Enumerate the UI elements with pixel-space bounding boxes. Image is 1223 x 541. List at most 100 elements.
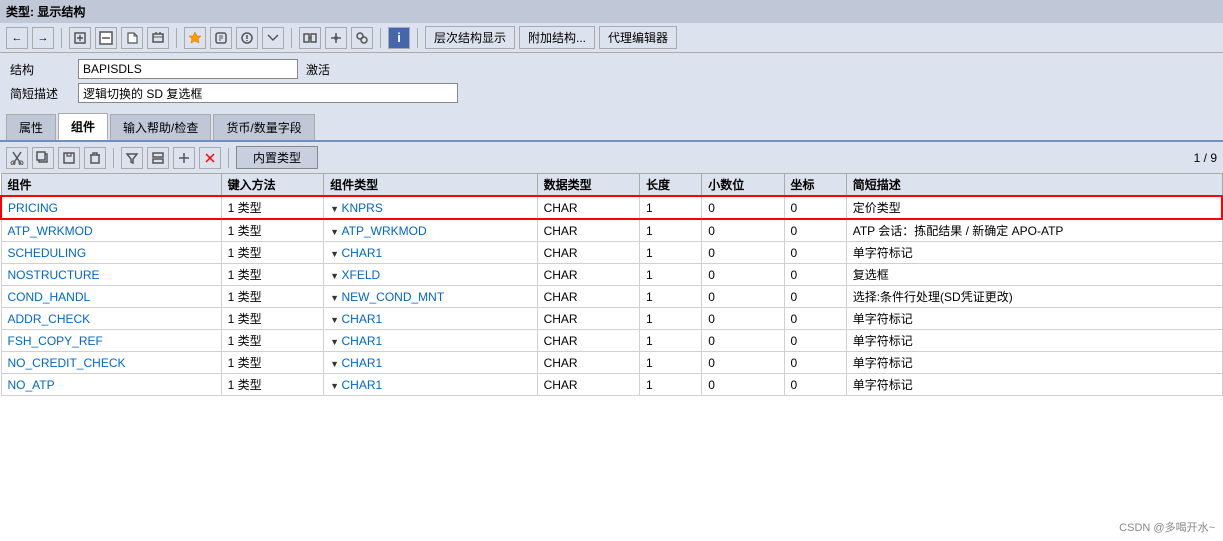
description-label: 简短描述 bbox=[10, 85, 70, 102]
table-row: NOSTRUCTURE1 类型▼ XFELDCHAR100复选框 bbox=[1, 264, 1222, 286]
length-cell: 1 bbox=[640, 286, 702, 308]
component-link[interactable]: ADDR_CHECK bbox=[8, 312, 91, 326]
component-type-link[interactable]: CHAR1 bbox=[342, 378, 383, 392]
separator-3 bbox=[291, 28, 292, 48]
component-type-link[interactable]: KNPRS bbox=[342, 201, 383, 215]
separator-5 bbox=[417, 28, 418, 48]
component-link[interactable]: NOSTRUCTURE bbox=[8, 268, 100, 282]
tool-btn-5[interactable] bbox=[184, 27, 206, 49]
component-type-link[interactable]: CHAR1 bbox=[342, 334, 383, 348]
tool-btn-3[interactable] bbox=[121, 27, 143, 49]
description-cell: 定价类型 bbox=[846, 196, 1222, 219]
tab-attributes[interactable]: 属性 bbox=[6, 114, 56, 140]
description-cell: 复选框 bbox=[846, 264, 1222, 286]
col-coord: 坐标 bbox=[784, 174, 846, 197]
component-link[interactable]: NO_ATP bbox=[8, 378, 55, 392]
tool-btn-1[interactable] bbox=[69, 27, 91, 49]
tab-input-help[interactable]: 输入帮助/检查 bbox=[110, 114, 211, 140]
page-title: 类型: 显示结构 bbox=[6, 5, 85, 19]
forward-button[interactable]: → bbox=[32, 27, 54, 49]
col-decimals: 小数位 bbox=[702, 174, 784, 197]
tab-components[interactable]: 组件 bbox=[58, 113, 108, 140]
title-bar: 类型: 显示结构 bbox=[0, 0, 1223, 23]
table-tool-paste[interactable] bbox=[58, 147, 80, 169]
inner-type-button[interactable]: 内置类型 bbox=[236, 146, 318, 169]
tool-btn-2[interactable] bbox=[95, 27, 117, 49]
structure-input[interactable] bbox=[78, 59, 298, 79]
description-cell: ATP 会话：拣配结果 / 新确定 APO-ATP bbox=[846, 219, 1222, 242]
table-row: SCHEDULING1 类型▼ CHAR1CHAR100单字符标记 bbox=[1, 242, 1222, 264]
back-button[interactable]: ← bbox=[6, 27, 28, 49]
hierarchy-display-button[interactable]: 层次结构显示 bbox=[425, 26, 515, 49]
component-type-link[interactable]: NEW_COND_MNT bbox=[342, 290, 445, 304]
component-link[interactable]: NO_CREDIT_CHECK bbox=[8, 356, 126, 370]
data-type-cell: CHAR bbox=[537, 352, 639, 374]
additional-structure-button[interactable]: 附加结构... bbox=[519, 26, 595, 49]
description-cell: 单字符标记 bbox=[846, 330, 1222, 352]
table-toolbar: 内置类型 1 / 9 bbox=[0, 142, 1223, 173]
component-type-link[interactable]: XFELD bbox=[342, 268, 381, 282]
description-row: 简短描述 bbox=[10, 83, 1213, 103]
key-method-cell: 1 类型 bbox=[221, 286, 323, 308]
separator-2 bbox=[176, 28, 177, 48]
component-type-cell: ▼ XFELD bbox=[324, 264, 537, 286]
component-type-cell: ▼ CHAR1 bbox=[324, 242, 537, 264]
decimals-cell: 0 bbox=[702, 196, 784, 219]
tool-btn-6[interactable] bbox=[210, 27, 232, 49]
key-method-cell: 1 类型 bbox=[221, 308, 323, 330]
data-type-cell: CHAR bbox=[537, 308, 639, 330]
component-type-link[interactable]: CHAR1 bbox=[342, 246, 383, 260]
length-cell: 1 bbox=[640, 308, 702, 330]
data-type-cell: CHAR bbox=[537, 264, 639, 286]
coord-cell: 0 bbox=[784, 219, 846, 242]
component-type-link[interactable]: CHAR1 bbox=[342, 312, 383, 326]
col-key-method: 键入方法 bbox=[221, 174, 323, 197]
component-type-cell: ▼ CHAR1 bbox=[324, 352, 537, 374]
description-cell: 单字符标记 bbox=[846, 374, 1222, 396]
tool-btn-10[interactable] bbox=[325, 27, 347, 49]
table-tool-delete[interactable] bbox=[84, 147, 106, 169]
description-cell: 单字符标记 bbox=[846, 308, 1222, 330]
coord-cell: 0 bbox=[784, 374, 846, 396]
col-length: 长度 bbox=[640, 174, 702, 197]
description-input[interactable] bbox=[78, 83, 458, 103]
tab-currency[interactable]: 货币/数量字段 bbox=[213, 114, 314, 140]
length-cell: 1 bbox=[640, 264, 702, 286]
table-tool-6[interactable] bbox=[173, 147, 195, 169]
tool-btn-9[interactable] bbox=[299, 27, 321, 49]
key-method-cell: 1 类型 bbox=[221, 374, 323, 396]
tool-btn-8[interactable] bbox=[262, 27, 284, 49]
separator-4 bbox=[380, 28, 381, 48]
proxy-editor-button[interactable]: 代理编辑器 bbox=[599, 26, 677, 49]
tool-btn-11[interactable] bbox=[351, 27, 373, 49]
table-tool-cut[interactable] bbox=[6, 147, 28, 169]
component-link[interactable]: PRICING bbox=[8, 201, 58, 215]
tool-btn-4[interactable] bbox=[147, 27, 169, 49]
table-tool-5[interactable] bbox=[147, 147, 169, 169]
component-type-cell: ▼ KNPRS bbox=[324, 196, 537, 219]
tabs-bar: 属性 组件 输入帮助/检查 货币/数量字段 bbox=[0, 109, 1223, 142]
component-type-link[interactable]: ATP_WRKMOD bbox=[342, 224, 427, 238]
table-sep-2 bbox=[228, 148, 229, 168]
component-type-link[interactable]: CHAR1 bbox=[342, 356, 383, 370]
table-row: PRICING1 类型▼ KNPRSCHAR100定价类型 bbox=[1, 196, 1222, 219]
table-tool-7[interactable] bbox=[199, 147, 221, 169]
component-link[interactable]: COND_HANDL bbox=[8, 290, 91, 304]
table-tool-copy[interactable] bbox=[32, 147, 54, 169]
component-link[interactable]: FSH_COPY_REF bbox=[8, 334, 103, 348]
decimals-cell: 0 bbox=[702, 330, 784, 352]
table-tool-filter[interactable] bbox=[121, 147, 143, 169]
info-button[interactable]: i bbox=[388, 27, 410, 49]
length-cell: 1 bbox=[640, 374, 702, 396]
active-badge: 激活 bbox=[306, 61, 330, 78]
component-link[interactable]: ATP_WRKMOD bbox=[8, 224, 93, 238]
coord-cell: 0 bbox=[784, 352, 846, 374]
components-table: 组件 键入方法 组件类型 数据类型 长度 小数位 坐标 简短描述 PRICING… bbox=[0, 173, 1223, 396]
table-row: FSH_COPY_REF1 类型▼ CHAR1CHAR100单字符标记 bbox=[1, 330, 1222, 352]
tool-btn-7[interactable] bbox=[236, 27, 258, 49]
table-row: ATP_WRKMOD1 类型▼ ATP_WRKMODCHAR100ATP 会话：… bbox=[1, 219, 1222, 242]
component-link[interactable]: SCHEDULING bbox=[8, 246, 87, 260]
description-cell: 选择:条件行处理(SD凭证更改) bbox=[846, 286, 1222, 308]
table-sep-1 bbox=[113, 148, 114, 168]
data-type-cell: CHAR bbox=[537, 286, 639, 308]
